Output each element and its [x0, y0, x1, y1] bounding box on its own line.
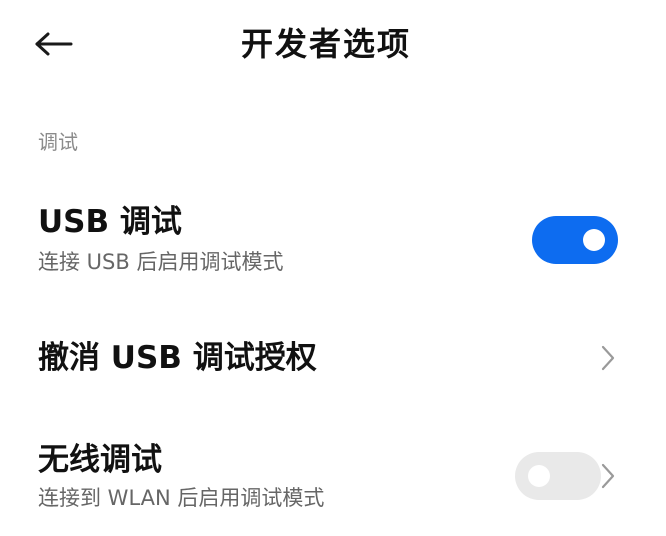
chevron-right-icon: [601, 345, 615, 371]
usb-debugging-title: USB 调试: [38, 204, 182, 240]
usb-debugging-subtitle: 连接 USB 后启用调试模式: [38, 250, 284, 274]
usb-debugging-toggle[interactable]: [532, 216, 618, 264]
section-header-debug: 调试: [38, 130, 78, 154]
wireless-debugging-toggle[interactable]: [515, 452, 601, 500]
wireless-debugging-subtitle: 连接到 WLAN 后启用调试模式: [38, 486, 325, 510]
revoke-usb-authorization-row[interactable]: 撤消 USB 调试授权: [0, 320, 666, 400]
toggle-knob: [528, 465, 550, 487]
developer-options-screen: 开发者选项 调试 USB 调试 连接 USB 后启用调试模式 撤消 USB 调试…: [0, 0, 666, 536]
usb-debugging-row[interactable]: USB 调试 连接 USB 后启用调试模式: [0, 190, 666, 290]
page-title: 开发者选项: [240, 25, 411, 63]
revoke-usb-authorization-title: 撤消 USB 调试授权: [38, 340, 317, 376]
wireless-debugging-title: 无线调试: [38, 442, 162, 478]
top-bar: 开发者选项: [0, 0, 666, 90]
chevron-right-icon: [601, 463, 615, 489]
wireless-debugging-row[interactable]: 无线调试 连接到 WLAN 后启用调试模式: [0, 430, 666, 530]
toggle-knob: [583, 229, 605, 251]
